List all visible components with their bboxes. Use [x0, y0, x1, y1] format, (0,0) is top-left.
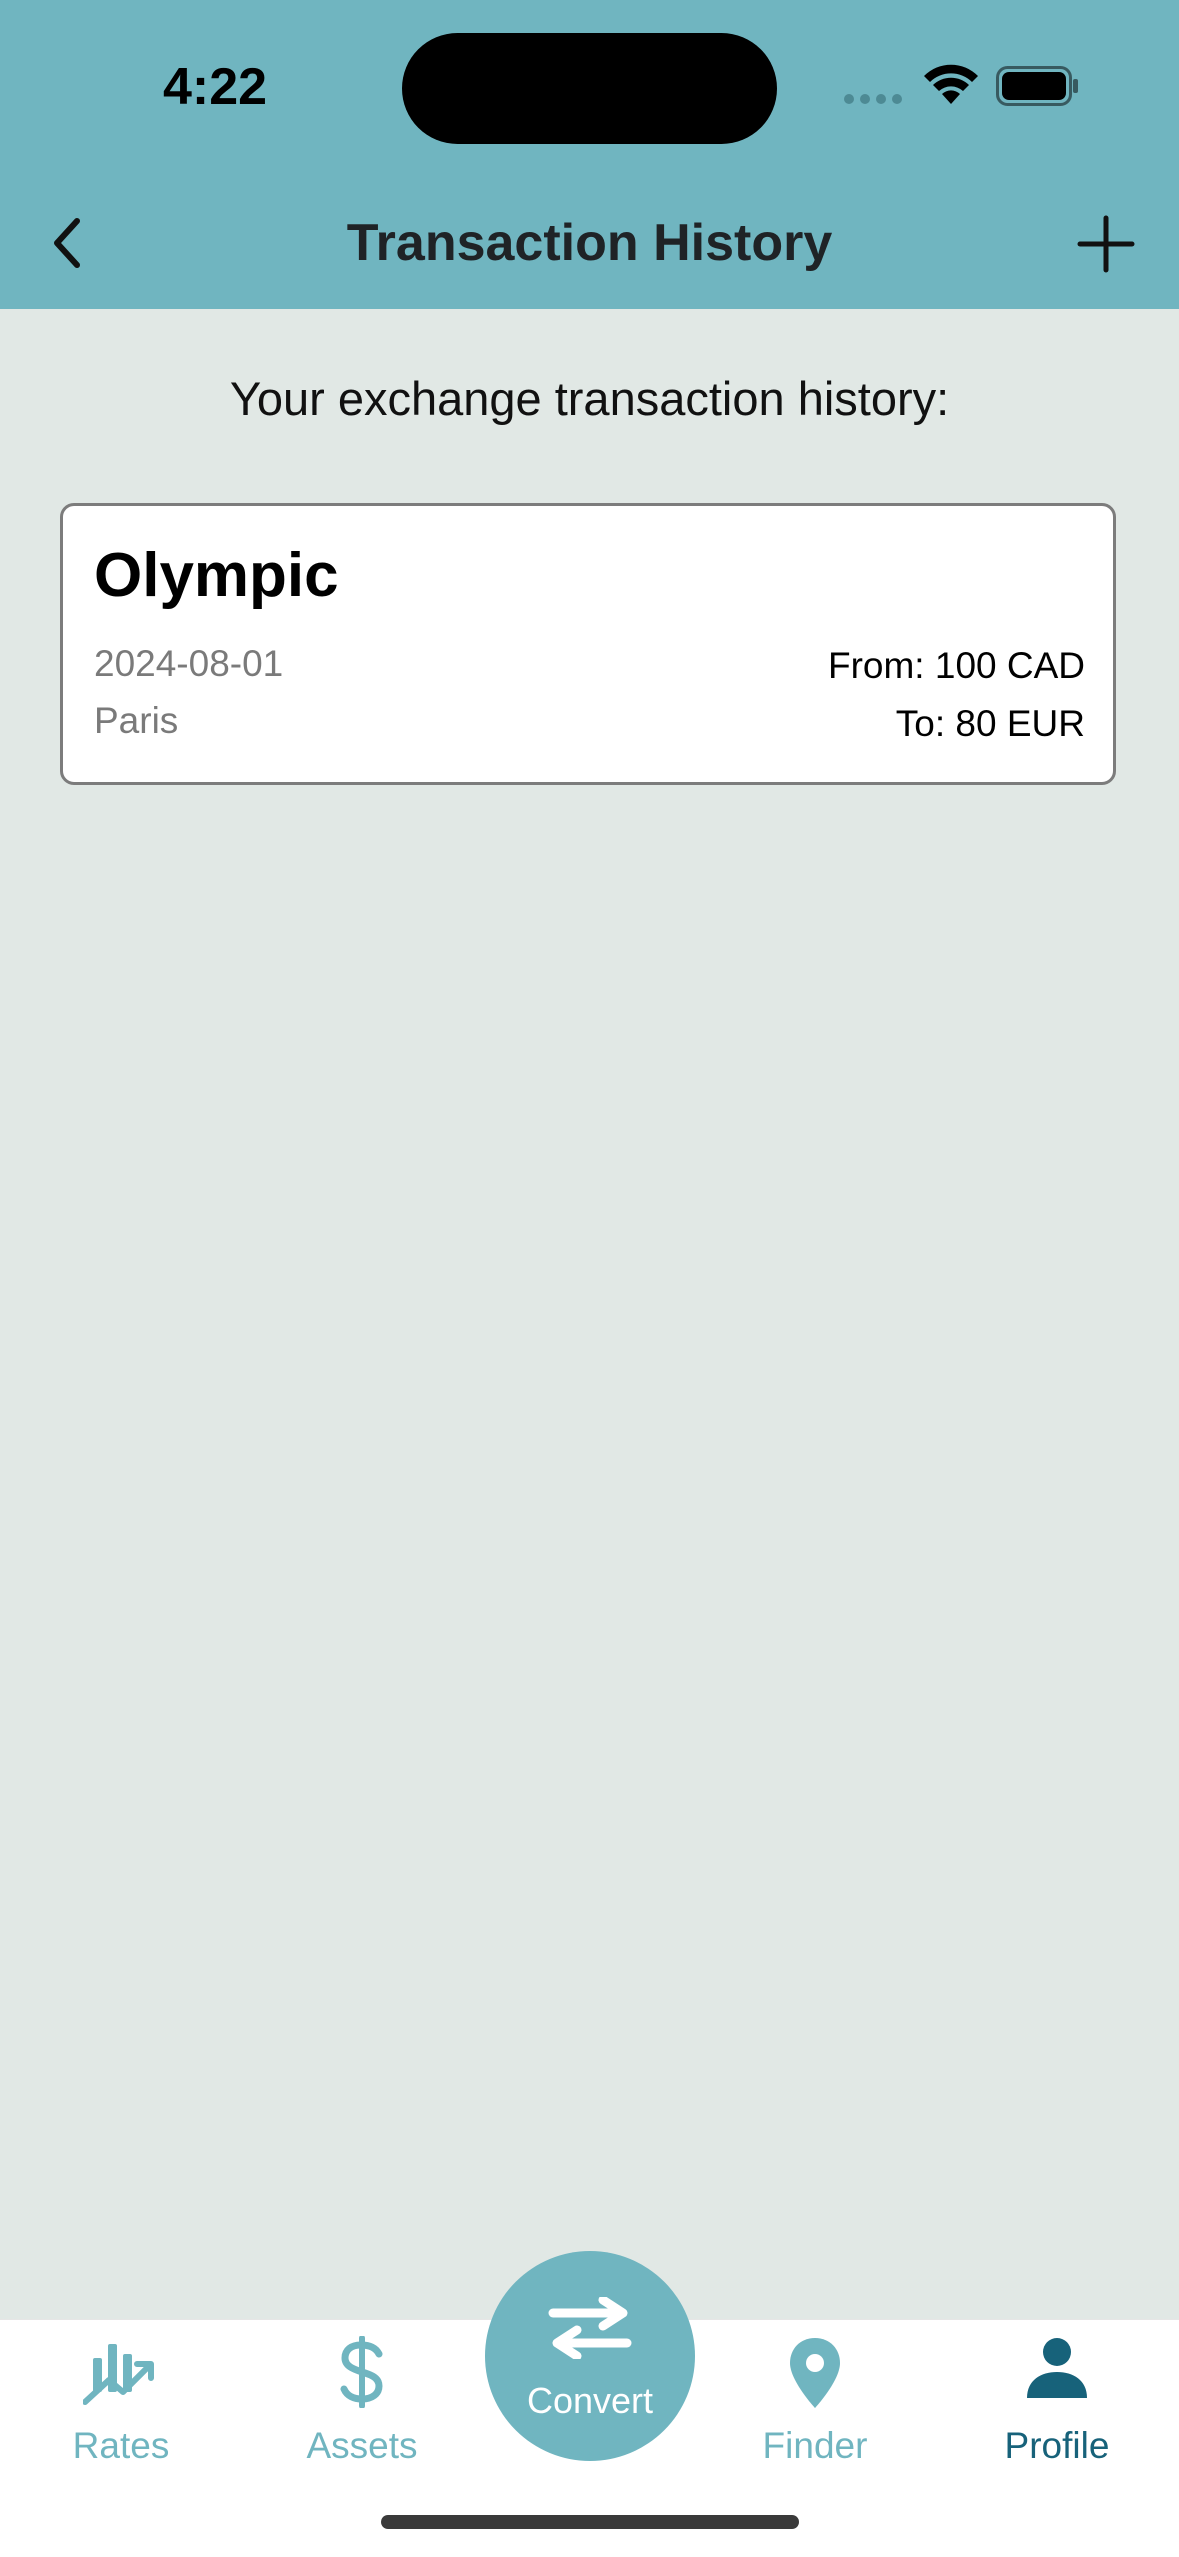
person-icon: [1027, 2338, 1087, 2398]
tab-finder[interactable]: Finder: [715, 2336, 915, 2476]
transaction-from-amount: From: 100 CAD: [827, 645, 1085, 686]
history-subtitle: Your exchange transaction history:: [229, 372, 950, 425]
tab-profile[interactable]: Profile: [957, 2336, 1157, 2476]
convert-button[interactable]: Convert: [485, 2251, 695, 2461]
convert-label: Convert: [526, 2380, 654, 2421]
tab-rates[interactable]: Rates: [21, 2336, 221, 2476]
wifi-icon: [924, 64, 978, 104]
chevron-left-icon: [54, 218, 80, 268]
tab-label-assets: Assets: [306, 2425, 418, 2466]
add-transaction-button[interactable]: [1065, 203, 1147, 285]
swap-arrows-icon: [548, 2297, 632, 2359]
page-title: Transaction History: [346, 214, 833, 272]
tab-label-profile: Profile: [1004, 2425, 1110, 2466]
status-bar-time: 4:22: [162, 58, 268, 116]
map-pin-icon: [790, 2338, 840, 2408]
transaction-to-amount: To: 80 EUR: [895, 703, 1085, 744]
transaction-date: 2024-08-01: [94, 643, 284, 684]
battery-icon: [996, 66, 1078, 106]
tab-label-rates: Rates: [72, 2425, 170, 2466]
plus-icon: [1077, 215, 1135, 273]
top-header: 4:22 Transaction History: [0, 0, 1179, 309]
transaction-location: Paris: [94, 700, 179, 741]
transaction-card[interactable]: Olympic 2024-08-01 Paris From: 100 CAD T…: [60, 503, 1116, 785]
dollar-icon: [340, 2336, 383, 2408]
cellular-signal-icon: [844, 94, 902, 104]
tab-label-finder: Finder: [762, 2425, 868, 2466]
dynamic-island: [402, 33, 777, 144]
tab-assets[interactable]: Assets: [262, 2336, 462, 2476]
transaction-title: Olympic: [94, 541, 339, 610]
back-button[interactable]: [32, 200, 102, 286]
chart-trend-icon: [83, 2344, 154, 2405]
home-indicator: [381, 2515, 799, 2529]
